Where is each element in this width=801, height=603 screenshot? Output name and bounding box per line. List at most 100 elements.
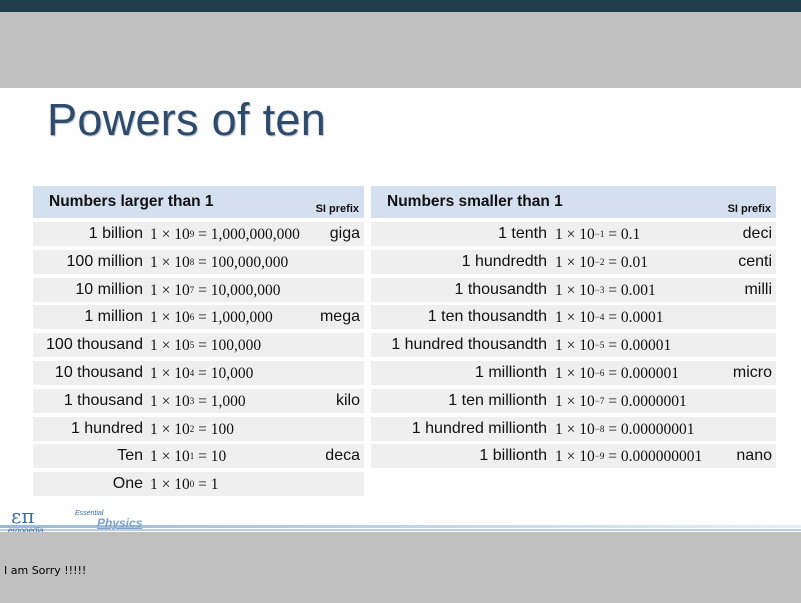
table-row: 1 billion 1 × 109 = 1,000,000,000 giga <box>33 222 364 246</box>
row-name: Ten <box>117 447 143 465</box>
exponent: −1 <box>594 229 605 239</box>
mantissa: 1 × 10 <box>150 476 190 494</box>
table-header-larger: Numbers larger than 1 SI prefix <box>33 186 364 218</box>
equals-sign: = <box>604 309 621 327</box>
row-si-prefix: deca <box>325 447 360 465</box>
equals-sign: = <box>604 226 621 243</box>
row-si-prefix: kilo <box>335 391 360 409</box>
table-row: 1 tenth 1 × 10−1 = 0.1 deci <box>371 222 776 246</box>
larger-rows: 1 billion 1 × 109 = 1,000,000,000 giga 100 … <box>33 222 364 497</box>
logo-text: ergopedia <box>8 526 44 532</box>
equals-sign: = <box>604 253 621 271</box>
mantissa: 1 × 10 <box>150 420 190 438</box>
row-name: 1 hundred thousandth <box>391 336 547 354</box>
table-row: Ten 1 × 101 = 10 deca <box>33 444 364 469</box>
row-name: 1 ten millionth <box>448 391 547 409</box>
slide-title: Powers of ten <box>47 94 327 145</box>
slide: Powers of ten Numbers larger than 1 SI p… <box>0 88 801 532</box>
row-name: 100 thousand <box>46 336 143 354</box>
mantissa: 1 × 10 <box>555 253 595 271</box>
top-gray-band <box>0 12 801 88</box>
row-si-prefix: milli <box>744 280 772 298</box>
row-value: 100 <box>210 420 234 438</box>
mantissa: 1 × 10 <box>150 448 190 466</box>
table-larger-than-one: Numbers larger than 1 SI prefix 1 billio… <box>33 186 364 500</box>
mantissa: 1 × 10 <box>555 309 595 327</box>
equals-sign: = <box>194 364 211 382</box>
epsilon-pi-icon: επ <box>11 504 35 528</box>
row-value: 1,000,000 <box>210 309 273 327</box>
table-row: 10 million 1 × 107 = 10,000,000 <box>33 277 364 302</box>
row-value: 1 <box>210 476 219 494</box>
row-name: 1 thousand <box>63 391 143 409</box>
exponent: 8 <box>189 256 195 267</box>
mantissa: 1 × 10 <box>150 392 190 410</box>
row-si-prefix: micro <box>732 363 772 381</box>
row-value: 10,000,000 <box>210 281 281 299</box>
table-row: 100 million 1 × 108 = 100,000,000 <box>33 249 364 274</box>
brand-name: Physics <box>97 516 143 530</box>
mantissa: 1 × 10 <box>150 281 190 299</box>
row-value: 0.1 <box>620 226 641 243</box>
row-name: 100 million <box>66 252 143 270</box>
row-value: 100,000,000 <box>210 253 289 271</box>
exponent: −6 <box>594 367 605 378</box>
mantissa: 1 × 10 <box>555 392 595 410</box>
table-row: 1 thousandth 1 × 10−3 = 0.001 milli <box>371 277 776 302</box>
table-row: 1 ten thousandth 1 × 10−4 = 0.0001 <box>371 305 776 330</box>
header-si-prefix-label: SI prefix <box>315 203 359 215</box>
table-row: 100 thousand 1 × 105 = 100,000 <box>33 333 364 358</box>
table-row: 1 million 1 × 106 = 1,000,000 mega <box>33 305 364 330</box>
row-expression: 1 × 102 = 100 <box>150 421 234 439</box>
row-value: 100,000 <box>210 337 262 355</box>
row-expression: 1 × 103 = 1,000 <box>150 393 246 411</box>
row-name: 1 billion <box>88 225 143 242</box>
row-value: 0.01 <box>620 253 648 271</box>
mantissa: 1 × 10 <box>150 253 190 271</box>
row-value: 1,000 <box>210 392 246 410</box>
row-expression: 1 × 10−1 = 0.1 <box>555 226 640 244</box>
exponent: 9 <box>189 229 195 239</box>
table-row: One 1 × 100 = 1 <box>33 472 364 497</box>
row-value: 0.000001 <box>620 364 679 382</box>
exponent: −4 <box>594 312 605 323</box>
table-row: 1 hundred thousandth 1 × 10−5 = 0.00001 <box>371 333 776 358</box>
table-row: 1 thousand 1 × 103 = 1,000 kilo <box>33 388 364 413</box>
caption-text: I am Sorry !!!!! <box>4 564 87 577</box>
exponent: 4 <box>189 367 195 378</box>
equals-sign: = <box>194 226 211 243</box>
row-expression: 1 × 10−6 = 0.000001 <box>555 365 679 383</box>
row-name: 1 ten thousandth <box>427 308 547 326</box>
equals-sign: = <box>194 281 211 299</box>
row-name: 10 million <box>75 280 143 298</box>
row-expression: 1 × 10−5 = 0.00001 <box>555 337 671 355</box>
exponent: −3 <box>594 284 605 295</box>
ergopedia-logo: επ ergopedia <box>8 504 58 532</box>
row-expression: 1 × 10−2 = 0.01 <box>555 254 648 272</box>
table-row: 1 hundredth 1 × 10−2 = 0.01 centi <box>371 249 776 274</box>
row-name: 10 thousand <box>54 363 143 381</box>
exponent: 1 <box>189 451 195 462</box>
row-value: 10,000 <box>210 364 254 382</box>
exponent: −5 <box>594 340 605 351</box>
exponent: −2 <box>594 256 605 267</box>
mantissa: 1 × 10 <box>150 309 190 327</box>
mantissa: 1 × 10 <box>555 337 595 355</box>
row-si-prefix: mega <box>319 308 360 326</box>
exponent: −9 <box>594 451 605 462</box>
row-expression: 1 × 101 = 10 <box>150 448 226 466</box>
header-larger-label: Numbers larger than 1 <box>49 193 214 210</box>
row-name: 1 million <box>84 308 143 326</box>
table-row: 1 hundred millionth 1 × 10−8 = 0.00000001 <box>371 416 776 441</box>
row-expression: 1 × 109 = 1,000,000,000 <box>150 226 300 244</box>
table-row: 1 hundred 1 × 102 = 100 <box>33 416 364 441</box>
equals-sign: = <box>194 448 211 466</box>
mantissa: 1 × 10 <box>555 448 595 466</box>
table-smaller-than-one: Numbers smaller than 1 SI prefix 1 tenth… <box>371 186 776 472</box>
table-row: 1 billionth 1 × 10−9 = 0.000000001 nano <box>371 444 776 469</box>
mantissa: 1 × 10 <box>555 420 595 438</box>
row-expression: 1 × 10−4 = 0.0001 <box>555 309 663 327</box>
table-row: 1 ten millionth 1 × 10−7 = 0.0000001 <box>371 388 776 413</box>
row-expression: 1 × 107 = 10,000,000 <box>150 282 281 300</box>
equals-sign: = <box>194 420 211 438</box>
